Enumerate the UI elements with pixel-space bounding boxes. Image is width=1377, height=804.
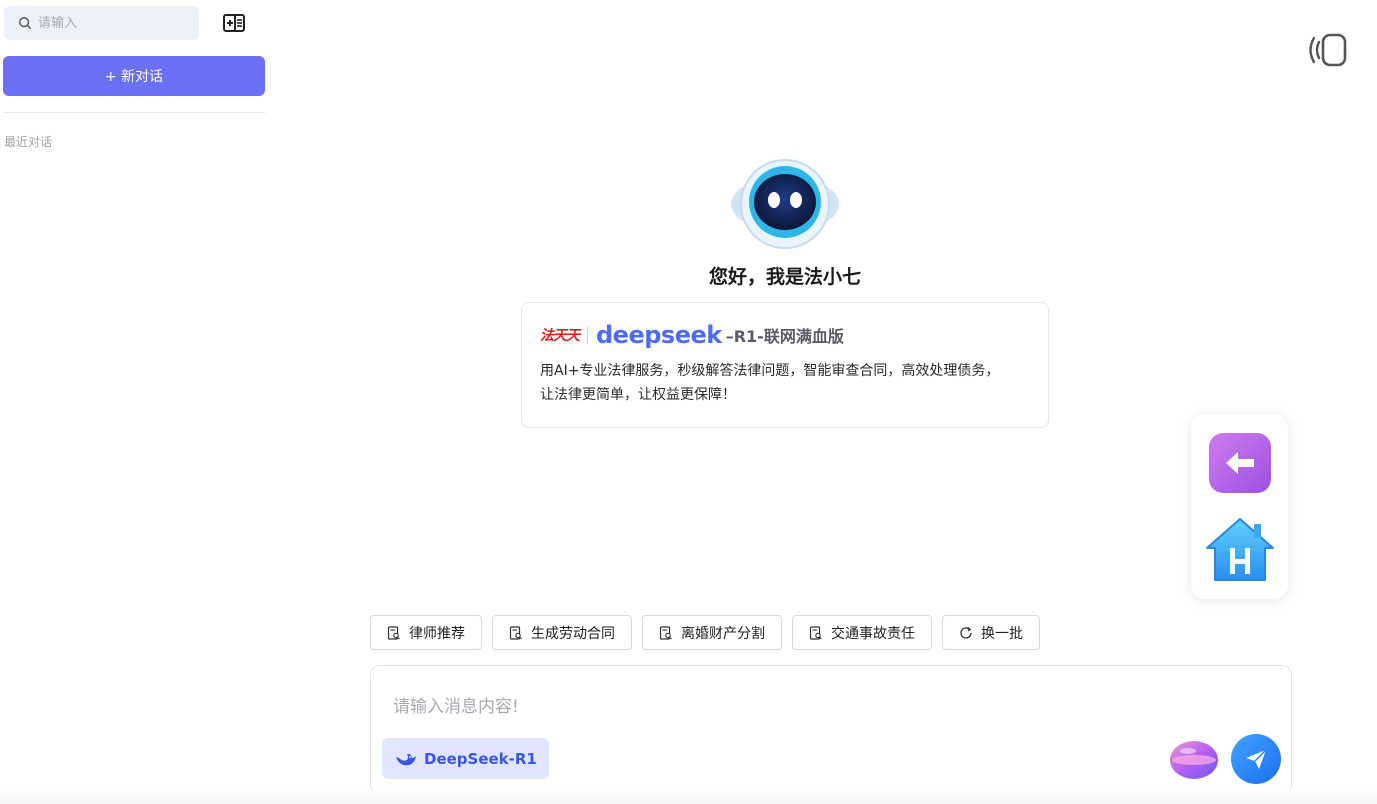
app-root: + 新对话 最近对话 您好，我是法小七 法天天 deep [0,0,1377,804]
document-search-icon [809,625,822,640]
home-button[interactable] [1205,516,1275,584]
send-icon [1246,749,1267,769]
model-label: DeepSeek-R1 [424,749,537,768]
home-icon [1206,518,1274,581]
quick-prompt-label: 离婚财产分割 [681,625,765,642]
back-arrow-icon [1209,433,1271,493]
vibrate-mode-button[interactable] [1303,30,1349,70]
refresh-icon [960,626,972,639]
document-search-icon [659,625,672,640]
intro-line: 用AI+专业法律服务，秒级解答法律问题，智能审查合同，高效处理债务， [540,363,1000,379]
quick-prompt-label: 交通事故责任 [831,625,915,642]
quick-prompt-label: 律师推荐 [409,625,465,642]
assistant-avatar [730,158,840,250]
sidebar-divider [4,112,266,113]
robot-icon [731,159,839,249]
brand-row: 法天天 deepseek –R1-联网满血版 [540,321,844,349]
document-search-icon [387,625,400,640]
quick-prompt-chip[interactable]: 生成劳动合同 [492,615,632,650]
deepseek-logo: deepseek [596,321,722,349]
toggle-sidebar-button[interactable] [222,12,246,34]
intro-card: 法天天 deepseek –R1-联网满血版 用AI+专业法律服务，秒级解答法律… [521,302,1049,428]
voice-orb-button[interactable] [1168,738,1220,782]
floating-nav [1191,414,1288,599]
model-selector[interactable]: DeepSeek-R1 [382,738,549,779]
search-box[interactable] [4,6,199,40]
model-version-label: –R1-联网满血版 [725,327,844,346]
send-button[interactable] [1231,734,1281,784]
intro-line: 让法律更简单，让权益更保障！ [540,387,736,403]
search-input[interactable] [38,15,188,31]
quick-prompt-chip[interactable]: 离婚财产分割 [642,615,782,650]
fatiantian-logo: 法天天 [540,328,580,344]
ai-orb-icon [1170,741,1218,779]
quick-prompt-chip[interactable]: 律师推荐 [370,615,482,650]
vibrate-icon [1309,33,1347,67]
search-icon [19,17,31,29]
quick-prompts: 律师推荐 生成劳动合同 离婚财产分割 交通事故责任 换一批 [370,615,1040,650]
deepseek-whale-icon [396,753,416,765]
new-chat-button[interactable]: + 新对话 [3,56,265,96]
quick-prompt-chip[interactable]: 交通事故责任 [792,615,932,650]
greeting-title: 您好，我是法小七 [708,266,861,288]
recent-chats-label: 最近对话 [4,135,53,149]
refresh-prompts-label: 换一批 [981,625,1023,642]
quick-prompt-label: 生成劳动合同 [531,625,615,642]
back-button[interactable] [1208,432,1272,494]
bottom-fade [0,790,1377,804]
brand-separator [587,326,588,344]
intro-description: 用AI+专业法律服务，秒级解答法律问题，智能审查合同，高效处理债务， 让法律更简… [540,359,1040,407]
sidebar: + 新对话 最近对话 [0,0,270,804]
document-search-icon [509,625,522,640]
message-input[interactable] [393,692,1253,722]
message-composer: DeepSeek-R1 [370,665,1292,795]
sidebar-layout-icon [223,14,245,32]
refresh-prompts-button[interactable]: 换一批 [942,615,1040,650]
